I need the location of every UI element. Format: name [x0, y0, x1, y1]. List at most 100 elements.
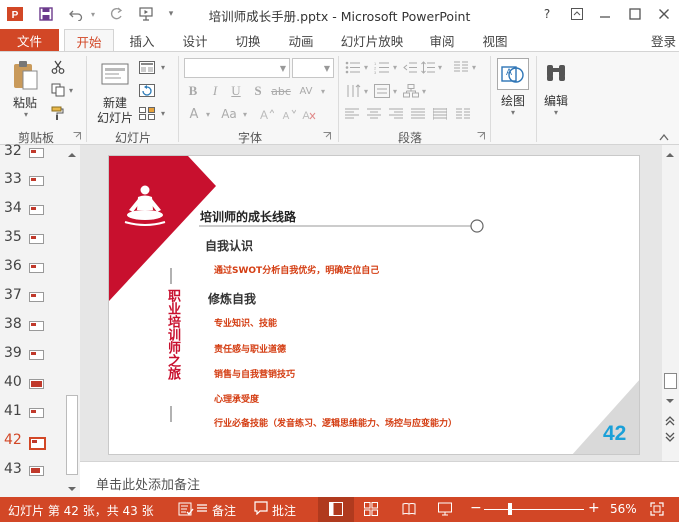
minimize-icon[interactable] — [596, 5, 614, 23]
notes-toggle-button[interactable]: 备注 — [212, 502, 236, 519]
text-direction-icon[interactable] — [344, 83, 362, 99]
collapse-ribbon-icon[interactable] — [657, 131, 671, 143]
decrease-indent-icon[interactable] — [402, 59, 418, 75]
thumbnail-row-36[interactable]: 36 — [0, 258, 64, 287]
columns-dropdown-icon[interactable]: ▾ — [470, 59, 478, 75]
thumbnails-scroll-thumb[interactable] — [66, 395, 78, 475]
editor-scrollbar[interactable] — [662, 145, 679, 461]
distributed-icon[interactable] — [432, 106, 448, 122]
text-shadow-button[interactable]: S — [250, 83, 266, 99]
tab-slideshow[interactable]: 幻灯片放映 — [335, 29, 409, 51]
slide-thumbnail[interactable] — [29, 205, 44, 215]
section-icon[interactable] — [138, 105, 156, 121]
slide-thumbnail[interactable] — [29, 408, 44, 418]
slide-thumbnail[interactable] — [29, 379, 44, 389]
editor-scroll-thumb[interactable] — [664, 373, 677, 389]
align-text-dropdown-icon[interactable]: ▾ — [391, 83, 399, 99]
slideshow-icon[interactable] — [438, 502, 452, 516]
slide-thumbnail[interactable] — [29, 234, 44, 244]
zoom-slider-track[interactable] — [484, 509, 584, 510]
tab-transitions[interactable]: 切换 — [228, 29, 268, 51]
ribbon-display-options-icon[interactable] — [568, 5, 586, 23]
copy-icon[interactable] — [50, 82, 66, 98]
comments-button[interactable]: 批注 — [272, 502, 296, 519]
underline-button[interactable]: U — [228, 83, 244, 99]
slide-sorter-icon[interactable] — [364, 502, 378, 516]
font-color-dropdown-icon[interactable]: ▾ — [203, 106, 213, 122]
next-slide-icon[interactable] — [665, 431, 675, 443]
customize-quick-access-icon[interactable]: ▾ — [162, 5, 180, 23]
close-icon[interactable] — [655, 5, 673, 23]
thumbnail-row-43[interactable]: 43 — [0, 461, 64, 490]
thumbnail-row-42-selected[interactable]: 42 — [0, 432, 64, 461]
paste-icon[interactable] — [10, 58, 40, 94]
line-spacing-icon[interactable] — [420, 59, 436, 75]
normal-view-button[interactable] — [318, 497, 354, 522]
font-grow-button[interactable]: A — [186, 106, 202, 122]
find-binoculars-icon[interactable] — [541, 58, 571, 88]
font-shrink-icon[interactable]: A — [280, 106, 296, 122]
italic-button[interactable]: I — [207, 83, 223, 99]
align-columns-icon[interactable] — [454, 106, 472, 122]
slide-thumbnail[interactable] — [29, 148, 44, 158]
notes-pane[interactable]: 单击此处添加备注 — [80, 461, 679, 497]
zoom-level[interactable]: 56% — [610, 502, 637, 516]
notes-toggle-icon[interactable] — [196, 501, 210, 517]
thumbnail-row-35[interactable]: 35 — [0, 229, 64, 258]
layout-dropdown-icon[interactable]: ▾ — [158, 59, 168, 75]
bullets-icon[interactable] — [344, 59, 362, 75]
scroll-up-icon[interactable] — [67, 150, 77, 160]
paste-dropdown-icon[interactable]: ▾ — [16, 110, 36, 119]
tab-design[interactable]: 设计 — [175, 29, 215, 51]
font-grow-icon[interactable]: A — [258, 106, 274, 122]
layout-icon[interactable] — [138, 59, 156, 75]
thumbnails-scrollbar[interactable] — [64, 145, 80, 497]
tab-insert[interactable]: 插入 — [122, 29, 162, 51]
align-left-icon[interactable] — [344, 106, 360, 122]
tab-view[interactable]: 视图 — [475, 29, 515, 51]
align-right-icon[interactable] — [388, 106, 404, 122]
drawing-label[interactable]: 绘图 — [495, 92, 531, 109]
reading-view-icon[interactable] — [402, 502, 416, 516]
scroll-up-icon[interactable] — [665, 150, 675, 160]
align-text-icon[interactable] — [373, 83, 391, 99]
clear-formatting-icon[interactable]: A — [300, 106, 316, 122]
font-launcher-icon[interactable] — [322, 131, 332, 141]
slide-canvas[interactable]: 培训师的成长线路 职业培训师之旅 自我认识 通过SWOT分析自我优劣，明确定位自… — [108, 155, 640, 455]
powerpoint-logo-icon[interactable]: P — [6, 5, 24, 23]
undo-icon[interactable] — [67, 5, 85, 23]
save-icon[interactable] — [37, 5, 55, 23]
numbering-icon[interactable]: 123 — [373, 59, 391, 75]
zoom-slider-thumb[interactable] — [508, 503, 512, 515]
thumbnail-row-39[interactable]: 39 — [0, 345, 64, 374]
scroll-down-icon[interactable] — [67, 484, 77, 494]
smartart-icon[interactable] — [402, 83, 420, 99]
thumbnail-row-38[interactable]: 38 — [0, 316, 64, 345]
start-from-beginning-icon[interactable] — [137, 5, 155, 23]
bold-button[interactable]: B — [185, 83, 201, 99]
new-slide-label-2[interactable]: 幻灯片 — [92, 109, 138, 126]
slide-thumbnail[interactable] — [29, 263, 44, 273]
section-dropdown-icon[interactable]: ▾ — [158, 105, 168, 121]
change-case-button[interactable]: Aa — [218, 106, 240, 122]
sign-in-link[interactable]: 登录 — [648, 29, 679, 51]
thumbnail-row-37[interactable]: 37 — [0, 287, 64, 316]
tab-home[interactable]: 开始 — [64, 29, 114, 52]
thumbnail-row-33[interactable]: 33 — [0, 171, 64, 200]
slide-thumbnail[interactable] — [29, 321, 44, 331]
new-slide-icon[interactable] — [100, 58, 130, 92]
fit-to-window-icon[interactable] — [650, 502, 664, 516]
help-button[interactable]: ? — [538, 5, 556, 23]
redo-icon[interactable] — [107, 5, 125, 23]
zoom-in-button[interactable]: + — [588, 500, 600, 516]
notes-placeholder[interactable]: 单击此处添加备注 — [96, 474, 200, 493]
reset-icon[interactable] — [138, 82, 156, 98]
align-center-icon[interactable] — [366, 106, 382, 122]
clipboard-launcher-icon[interactable] — [72, 131, 82, 141]
slide-thumbnail-selected[interactable] — [29, 437, 46, 450]
font-family-select[interactable]: ▼ — [184, 58, 290, 78]
font-size-select[interactable]: ▼ — [292, 58, 334, 78]
strikethrough-button[interactable]: abc — [270, 83, 292, 99]
justify-icon[interactable] — [410, 106, 426, 122]
smartart-dropdown-icon[interactable]: ▾ — [420, 83, 428, 99]
